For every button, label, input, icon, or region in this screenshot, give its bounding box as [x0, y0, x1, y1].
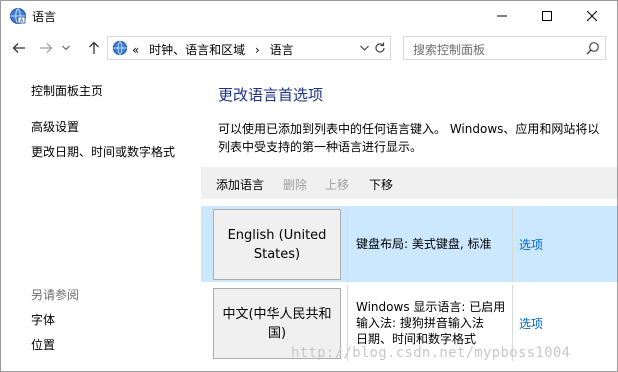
svg-text:A: A — [20, 18, 24, 24]
move-up-button[interactable]: 上移 — [325, 176, 349, 193]
breadcrumb-overflow[interactable]: « — [132, 43, 139, 57]
up-arrow-icon — [89, 41, 99, 54]
options-link[interactable]: 选项 — [519, 236, 543, 253]
maximize-icon — [541, 11, 552, 21]
recent-locations-button[interactable] — [59, 37, 73, 59]
up-button[interactable] — [84, 37, 104, 59]
back-button[interactable] — [9, 37, 29, 59]
minimize-icon — [496, 15, 507, 17]
window-title: 语言 — [32, 10, 57, 24]
close-icon — [586, 11, 597, 21]
options-link[interactable]: 选项 — [519, 315, 543, 332]
search-box[interactable]: 搜索控制面板 — [403, 36, 606, 60]
forward-arrow-icon — [40, 43, 53, 53]
language-detail: Windows 显示语言: 已启用 — [356, 300, 506, 314]
watermark: http://blog.csdn.net/mypboss1004 — [291, 345, 571, 361]
back-arrow-icon — [12, 43, 25, 53]
language-globe-icon — [112, 40, 128, 56]
title-bar: A 语言 — [1, 1, 617, 31]
refresh-icon — [374, 42, 385, 53]
add-language-button[interactable]: 添加语言 — [216, 176, 264, 193]
chevron-down-icon — [62, 45, 70, 51]
sidebar-item-advanced-settings[interactable]: 高级设置 — [31, 118, 79, 135]
see-also-fonts[interactable]: 字体 — [31, 311, 55, 328]
page-title: 更改语言首选项 — [218, 86, 324, 104]
language-globe-icon: A — [10, 8, 26, 24]
close-button[interactable] — [569, 1, 614, 31]
minimize-button[interactable] — [479, 1, 524, 31]
breadcrumb-clock-language-region[interactable]: 时钟、语言和区域 — [149, 43, 245, 57]
maximize-button[interactable] — [524, 1, 569, 31]
language-toolbar: 添加语言 删除 上移 下移 — [201, 167, 617, 199]
breadcrumb-separator: › — [255, 43, 260, 57]
forward-button[interactable] — [36, 37, 56, 59]
sidebar-item-control-panel-home[interactable]: 控制面板主页 — [31, 82, 103, 99]
refresh-button[interactable] — [369, 36, 391, 60]
breadcrumb: « 时钟、语言和区域 › 语言 — [132, 41, 300, 58]
language-row-english[interactable]: English (United States) 键盘布局: 美式键盘, 标准 选… — [201, 206, 617, 282]
column-divider — [347, 206, 348, 282]
search-icon[interactable] — [586, 41, 600, 55]
chevron-down-icon — [359, 45, 369, 51]
breadcrumb-language[interactable]: 语言 — [270, 43, 294, 57]
column-divider — [512, 206, 513, 282]
page-description: 可以使用已添加到列表中的任何语言键入。 Windows、应用和网站将以列表中受支… — [218, 122, 600, 154]
language-detail: 输入法: 搜狗拼音输入法 — [356, 316, 484, 330]
see-also-location[interactable]: 位置 — [31, 336, 55, 353]
sidebar-item-change-date-time-format[interactable]: 更改日期、时间或数字格式 — [31, 143, 175, 160]
move-down-button[interactable]: 下移 — [369, 176, 393, 193]
remove-button[interactable]: 删除 — [283, 176, 307, 193]
window: A 语言 « 时钟、语言和区域 › 语言 搜索控制面板 控制面板主页 高级设置 … — [0, 0, 618, 372]
search-placeholder: 搜索控制面板 — [413, 43, 486, 57]
language-detail: 键盘布局: 美式键盘, 标准 — [356, 237, 492, 251]
address-bar[interactable]: « 时钟、语言和区域 › 语言 — [107, 36, 391, 60]
language-name-button[interactable]: English (United States) — [213, 209, 341, 280]
see-also-heading: 另请参阅 — [31, 288, 80, 302]
